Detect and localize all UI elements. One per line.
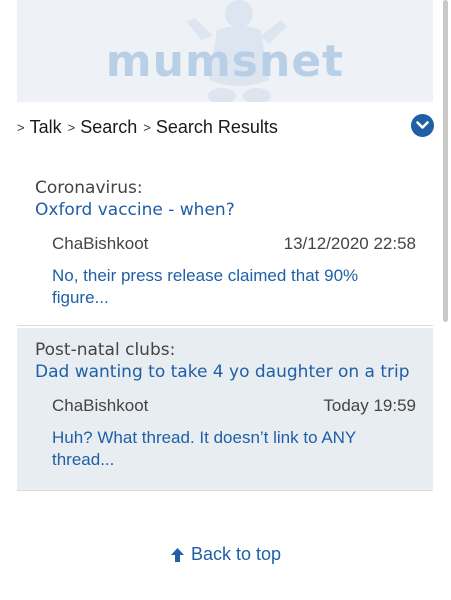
search-result[interactable]: Post-natal clubs: Dad wanting to take 4 … <box>17 328 433 491</box>
back-to-top-link[interactable]: Back to top <box>0 544 451 565</box>
result-snippet[interactable]: No, their press release claimed that 90%… <box>52 265 392 309</box>
result-author[interactable]: ChaBishkoot <box>52 396 148 416</box>
result-snippet-line: No, their press release claimed that 90% <box>52 266 359 285</box>
result-thread-link[interactable]: Dad wanting to take 4 yo daughter on a t… <box>35 362 410 382</box>
mumsnet-logo: mumsnet <box>105 36 345 87</box>
result-snippet-line: Huh? What thread. It doesn’t link to ANY <box>52 428 357 447</box>
result-thread-link[interactable]: Oxford vaccine - when? <box>35 200 235 220</box>
breadcrumb-separator: > <box>67 119 76 135</box>
arrow-up-icon <box>170 548 184 563</box>
breadcrumb-search[interactable]: Search <box>80 117 137 138</box>
result-snippet-line: figure... <box>52 288 109 307</box>
breadcrumb-separator: > <box>17 119 25 135</box>
result-snippet-line: thread... <box>52 450 115 469</box>
back-to-top-label: Back to top <box>190 544 282 564</box>
result-author[interactable]: ChaBishkoot <box>52 234 148 254</box>
breadcrumb-talk[interactable]: Talk <box>30 117 62 138</box>
search-result[interactable]: Coronavirus: Oxford vaccine - when? ChaB… <box>17 150 433 326</box>
result-snippet[interactable]: Huh? What thread. It doesn’t link to ANY… <box>52 427 392 471</box>
result-topic[interactable]: Post-natal clubs: <box>35 340 175 360</box>
breadcrumb-dropdown-button[interactable] <box>411 114 434 137</box>
breadcrumb-separator: > <box>143 119 151 135</box>
site-banner[interactable]: mumsnet <box>17 0 433 102</box>
scrollbar[interactable] <box>443 0 448 322</box>
chevron-down-icon <box>416 121 429 129</box>
result-date: 13/12/2020 22:58 <box>283 234 416 253</box>
breadcrumb-search-results: Search Results <box>155 116 278 137</box>
breadcrumb: > Talk > Search > Search Results <box>17 115 284 139</box>
result-topic[interactable]: Coronavirus: <box>35 178 143 198</box>
result-date: Today 19:59 <box>323 396 416 415</box>
